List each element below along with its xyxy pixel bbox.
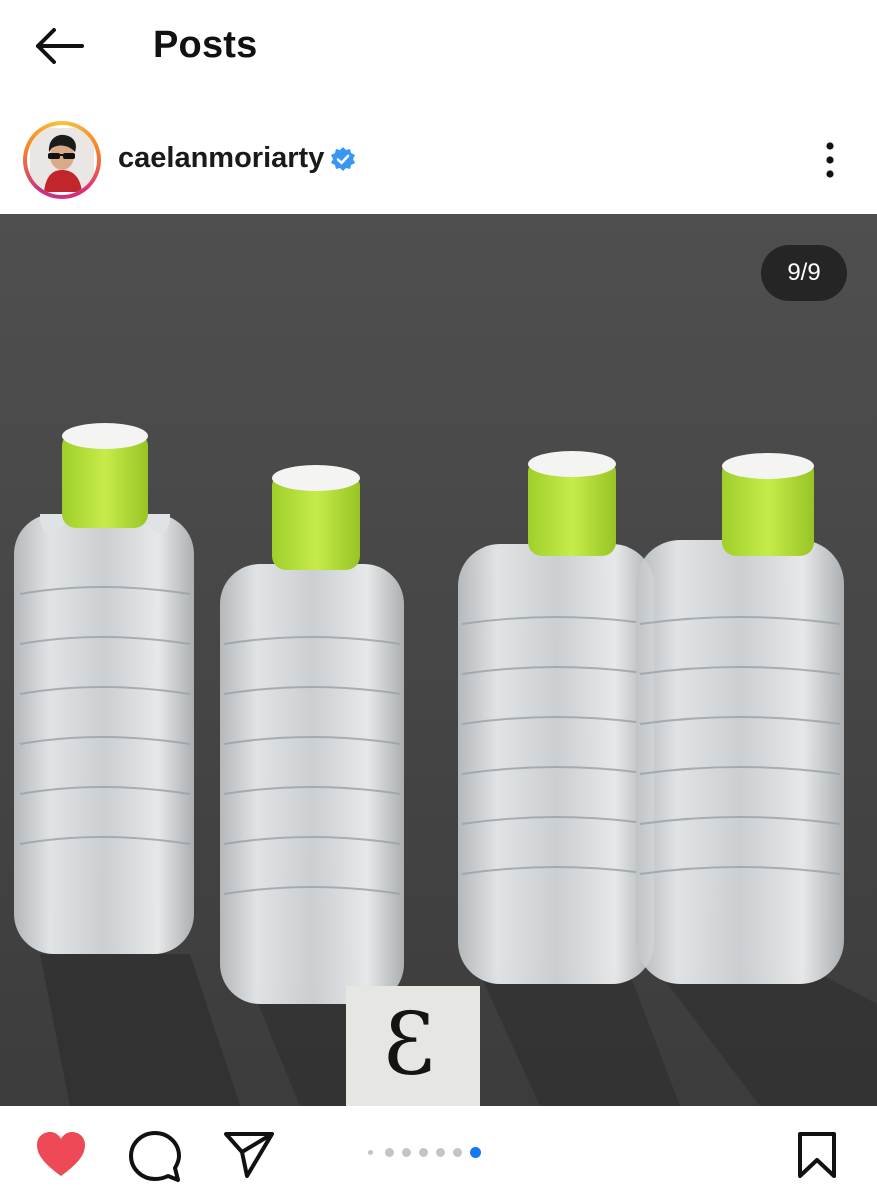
carousel-dot xyxy=(453,1148,462,1157)
media-counter: 9/9 xyxy=(761,245,847,301)
like-button[interactable] xyxy=(34,1130,88,1180)
top-bar: Posts xyxy=(0,0,877,92)
share-button[interactable] xyxy=(222,1130,276,1180)
carousel-indicator xyxy=(368,1146,488,1160)
arrow-left-icon xyxy=(36,28,84,64)
save-button[interactable] xyxy=(794,1130,840,1180)
carousel-dot xyxy=(419,1148,428,1157)
comment-button[interactable] xyxy=(128,1130,182,1184)
send-icon xyxy=(224,1132,274,1178)
verified-badge-icon xyxy=(329,146,357,174)
post-media[interactable]: 3 9/9 xyxy=(0,214,877,1106)
profile-photo xyxy=(30,128,94,192)
page-title: Posts xyxy=(153,24,258,66)
comment-icon xyxy=(129,1131,181,1182)
placard-label: 3 xyxy=(382,995,437,1095)
more-vertical-icon xyxy=(826,142,834,178)
post-header: caelanmoriarty xyxy=(0,108,877,212)
carousel-dot xyxy=(402,1148,411,1157)
carousel-dot xyxy=(368,1150,373,1155)
carousel-dot xyxy=(385,1148,394,1157)
action-bar xyxy=(0,1106,877,1200)
carousel-dot xyxy=(436,1148,445,1157)
post-detail-screen: Posts caelanmoriarty 3 9/9 xyxy=(0,0,877,1200)
post-photo xyxy=(0,214,877,1106)
carousel-dot xyxy=(470,1147,481,1158)
avatar[interactable] xyxy=(23,121,101,199)
more-options-button[interactable] xyxy=(808,136,852,184)
back-button[interactable] xyxy=(30,20,90,72)
username[interactable]: caelanmoriarty xyxy=(118,138,324,178)
bookmark-icon xyxy=(798,1132,836,1178)
heart-filled-icon xyxy=(37,1132,85,1176)
